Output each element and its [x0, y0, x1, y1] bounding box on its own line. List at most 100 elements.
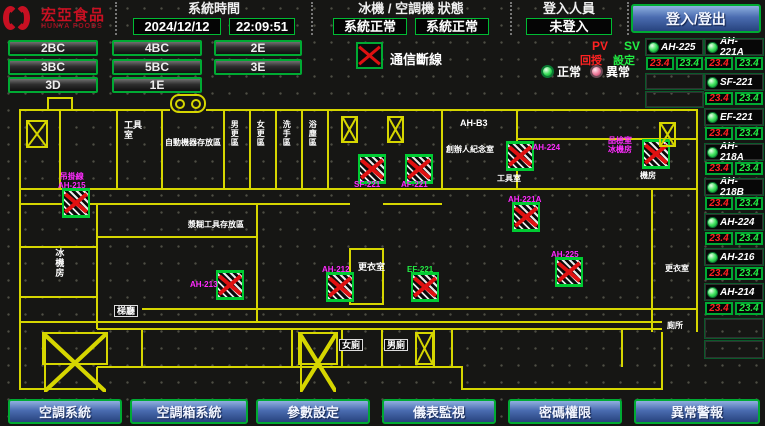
- logo-title: 宏亞食品: [41, 8, 105, 23]
- chiller-status: 系統正常: [333, 18, 407, 35]
- stairs-icon: [387, 116, 404, 143]
- device-block: AH-218A 23.4 23.4: [705, 144, 763, 175]
- stairs-icon: [298, 332, 338, 365]
- logo-icon: [3, 4, 41, 34]
- floor-button[interactable]: 4BC: [112, 40, 202, 56]
- stairs-icon: [42, 332, 108, 365]
- room-label: 機房: [640, 171, 656, 180]
- ac-status: 系統正常: [415, 18, 489, 35]
- stairs-icon: [415, 332, 434, 365]
- device-name: AH-218B: [720, 176, 761, 198]
- map-ahu-tag: EF-221: [407, 266, 433, 275]
- device-values: 23.4 23.4: [705, 57, 763, 70]
- floor-button[interactable]: 2BC: [8, 40, 98, 56]
- footer-nav-button[interactable]: 空調系統: [8, 399, 122, 424]
- footer-nav-button[interactable]: 密碼權限: [508, 399, 622, 424]
- floor-button[interactable]: 3D: [8, 77, 98, 93]
- device-led-icon: [707, 147, 718, 158]
- room-label: 男廁: [384, 339, 408, 351]
- time-display: 22:09:51: [229, 18, 295, 35]
- device-row[interactable]: EF-221: [705, 109, 763, 125]
- login-logout-button[interactable]: 登入/登出: [631, 4, 761, 33]
- map-ahu-icon[interactable]: AH-224: [506, 141, 534, 171]
- map-ahu-tag: AF-221: [401, 181, 428, 190]
- device-led-icon: [707, 182, 718, 193]
- map-ahu-tag: AH-225: [551, 251, 579, 260]
- map-ahu-icon[interactable]: SF-221: [358, 154, 386, 184]
- device-name: AH-216: [720, 252, 754, 263]
- sv-value: 23.4: [735, 127, 763, 140]
- pv-row2-legend: 回授: [580, 52, 602, 68]
- device-name: AH-224: [720, 217, 754, 228]
- floor-button[interactable]: 3E: [214, 59, 302, 75]
- pv-value: 23.4: [705, 232, 733, 245]
- comm-loss-icon: [356, 42, 383, 69]
- room-label: 冰機房: [54, 248, 64, 278]
- device-row[interactable]: AH-218A: [705, 144, 763, 160]
- normal-led-icon: [541, 65, 554, 78]
- room-label: 漿糊工具存放區: [188, 220, 244, 229]
- map-ahu-tag: AH-213: [190, 281, 218, 290]
- device-led-icon: [707, 287, 718, 298]
- sv-value: 23.4: [735, 92, 763, 105]
- footer-nav-button[interactable]: 異常警報: [634, 399, 760, 424]
- room-label: 廁所: [667, 321, 683, 330]
- floor-button[interactable]: 5BC: [112, 59, 202, 75]
- device-row[interactable]: AH-225: [646, 39, 703, 55]
- empty-slot: [646, 74, 703, 89]
- stairs-icon: [659, 122, 676, 147]
- device-row[interactable]: AH-216: [705, 249, 763, 265]
- device-values: 23.4 23.4: [705, 162, 763, 175]
- room-label: 男更區: [230, 120, 239, 147]
- device-row[interactable]: AH-214: [705, 284, 763, 300]
- hmi-screen: 宏亞食品 HUNYA FOODS 系統時間 2024/12/12 22:09:5…: [0, 0, 765, 426]
- device-block: EF-221 23.4 23.4: [705, 109, 763, 140]
- device-led-icon: [707, 42, 718, 53]
- device-row[interactable]: AH-218B: [705, 179, 763, 195]
- device-led-icon: [707, 252, 718, 263]
- legend-normal: 正常: [541, 63, 581, 80]
- device-row[interactable]: SF-221: [705, 74, 763, 90]
- device-name: AH-225: [661, 42, 695, 53]
- device-row[interactable]: AH-221A: [705, 39, 763, 55]
- sv-value: 23.4: [735, 232, 763, 245]
- map-ahu-icon[interactable]: AF-221: [405, 154, 433, 184]
- pv-value: 23.4: [705, 92, 733, 105]
- elevator-icon: [170, 94, 206, 113]
- login-section: 登入人員 未登入: [512, 1, 626, 35]
- pv-value: 23.4: [705, 197, 733, 210]
- floor-button[interactable]: 2E: [214, 40, 302, 56]
- device-name: SF-221: [720, 77, 753, 88]
- stairs-icon: [341, 116, 358, 143]
- device-block: AH-218B 23.4 23.4: [705, 179, 763, 210]
- room-label: 品檢室冰機房: [608, 136, 632, 154]
- footer-nav-button[interactable]: 空調箱系統: [130, 399, 248, 424]
- map-ahu-icon[interactable]: 吊掛線AH-215: [62, 188, 90, 218]
- footer-nav-button[interactable]: 參數設定: [256, 399, 370, 424]
- machine-status-label: 冰機 / 空調機 狀態: [313, 1, 509, 17]
- room-label: 創辦人紀念室: [446, 145, 494, 154]
- device-block: AH-221A 23.4 23.4: [705, 39, 763, 70]
- device-values: 23.4 23.4: [705, 232, 763, 245]
- map-ahu-icon[interactable]: EF-221: [411, 272, 439, 302]
- footer-nav-button[interactable]: 儀表監視: [382, 399, 496, 424]
- map-ahu-tag: AH-212: [322, 266, 350, 275]
- floor-button[interactable]: 3BC: [8, 59, 98, 75]
- sv-value: 23.4: [735, 162, 763, 175]
- map-ahu-icon[interactable]: AH-212: [326, 272, 354, 302]
- map-ahu-icon[interactable]: AH-225: [555, 257, 583, 287]
- pv-legend: PV: [592, 39, 608, 53]
- map-ahu-icon[interactable]: AH-221A: [512, 202, 540, 232]
- device-values: 23.4 23.4: [705, 302, 763, 315]
- device-led-icon: [707, 112, 718, 123]
- device-block: AH-214 23.4 23.4: [705, 284, 763, 315]
- room-label: 梯廳: [114, 305, 138, 317]
- floor-button[interactable]: 1E: [112, 77, 202, 93]
- pv-value: 23.4: [646, 57, 674, 70]
- room-label: 女廁: [339, 339, 363, 351]
- device-row[interactable]: AH-224: [705, 214, 763, 230]
- login-label: 登入人員: [512, 1, 626, 17]
- room-label: 工具室: [497, 174, 521, 183]
- map-ahu-icon[interactable]: AH-213: [216, 270, 244, 300]
- divider: [627, 2, 629, 35]
